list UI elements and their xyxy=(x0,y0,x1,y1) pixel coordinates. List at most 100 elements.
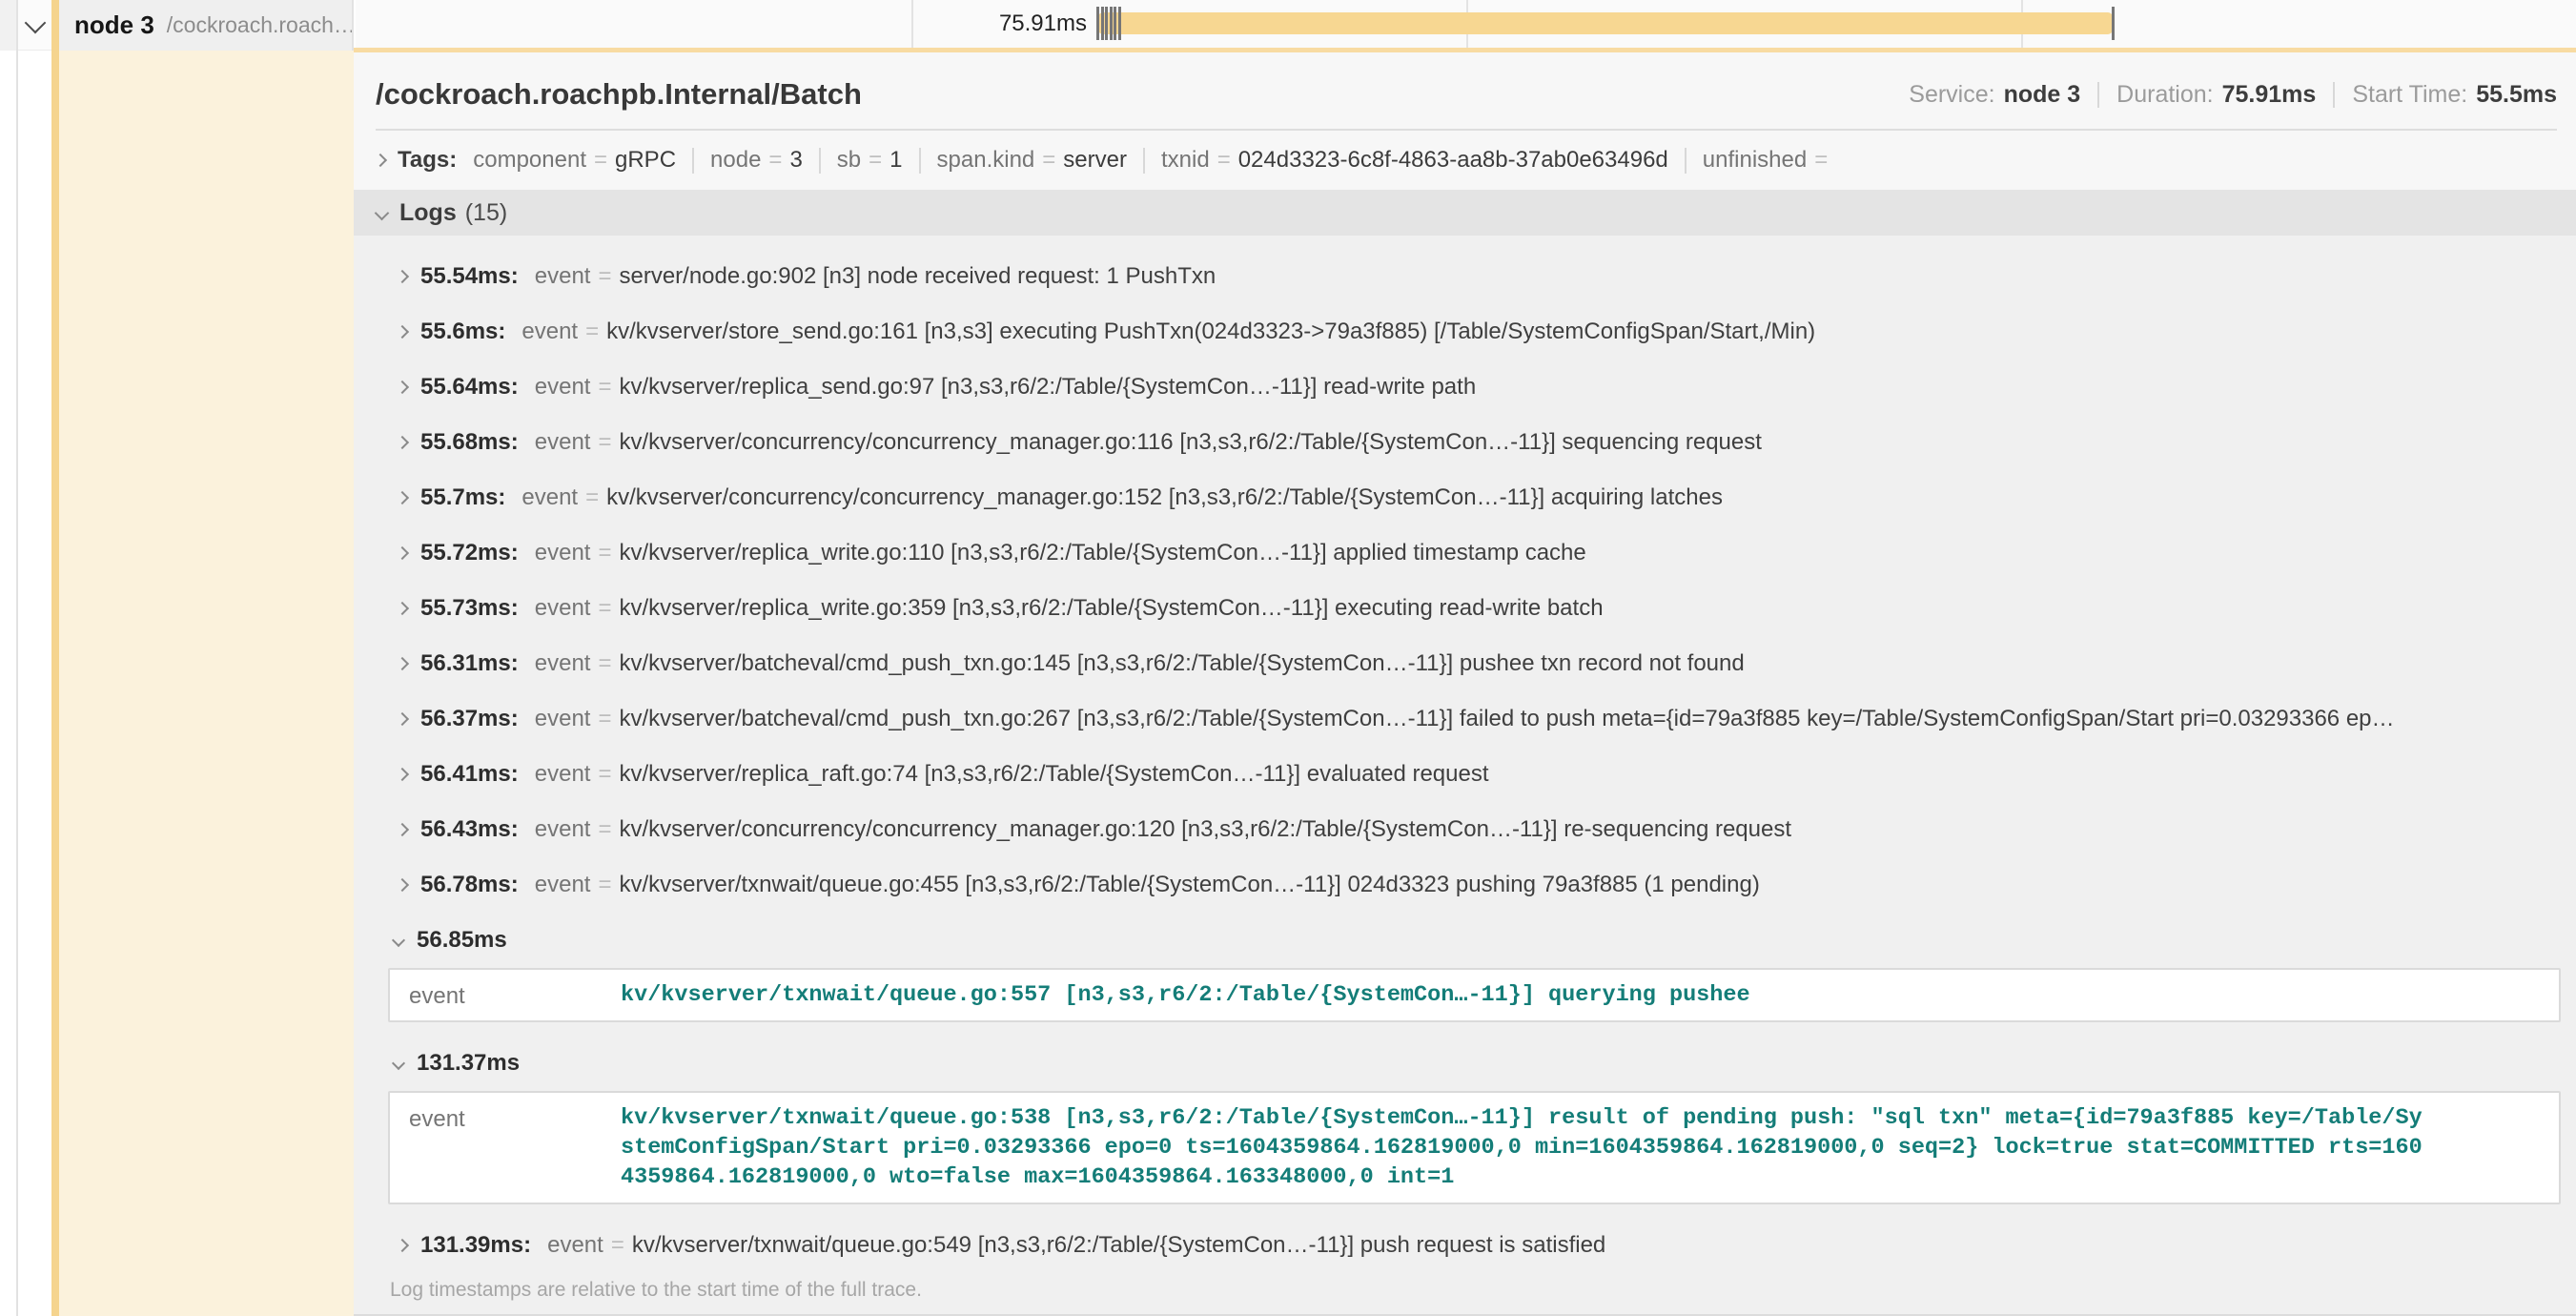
chevron-right-icon xyxy=(396,712,409,726)
log-event-tick-end xyxy=(2112,7,2115,40)
ruler-gridline xyxy=(911,0,913,48)
log-row[interactable]: 56.43ms:event=kv/kvserver/concurrency/co… xyxy=(388,802,2561,857)
span-name-cell[interactable]: node 3 /cockroach.roach… xyxy=(59,0,354,51)
log-row[interactable]: 56.78ms:event=kv/kvserver/txnwait/queue.… xyxy=(388,857,2561,913)
log-key: event xyxy=(535,595,591,622)
chevron-right-icon xyxy=(396,823,409,836)
log-row[interactable]: 55.68ms: event = kv/kvserver/concurrency/co… xyxy=(388,415,2561,470)
log-timestamp: 56.43ms: xyxy=(420,816,519,843)
tag-divider xyxy=(819,148,821,174)
meta-label: Duration: xyxy=(2116,81,2213,109)
tags-list: component=gRPCnode=3sb=1span.kind=server… xyxy=(457,147,1835,174)
equals-sign: = xyxy=(611,1232,624,1259)
log-timestamp: 55.7ms: xyxy=(420,484,505,511)
tag-key: unfinished xyxy=(1703,147,1807,174)
meta-value: 75.91ms xyxy=(2222,81,2317,109)
equals-sign: = xyxy=(594,147,607,174)
tag-key: txnid xyxy=(1161,147,1210,174)
log-row[interactable]: 55.73ms:event=kv/kvserver/replica_write.… xyxy=(388,581,2561,636)
log-event-tick xyxy=(1105,7,1108,40)
log-row[interactable]: 56.37ms:event=kv/kvserver/batcheval/cmd_… xyxy=(388,691,2561,747)
tag-value: 024d3323-6c8f-4863-aa8b-37ab0e63496d xyxy=(1238,147,1668,174)
tag-key: component xyxy=(473,147,586,174)
tags-accordion[interactable]: Tags: component=gRPCnode=3sb=1span.kind=… xyxy=(354,131,2576,190)
chevron-right-icon xyxy=(396,657,409,670)
service-name: node 3 xyxy=(74,10,154,40)
log-key: event xyxy=(535,374,591,401)
log-event-tick xyxy=(1110,7,1113,40)
selected-span-row-highlight xyxy=(59,51,354,1316)
chevron-right-icon xyxy=(396,436,409,449)
log-value: kv/kvserver/concurrency/concurrency_mana… xyxy=(619,429,1761,456)
chevron-right-icon xyxy=(396,768,409,781)
left-column-divider xyxy=(16,0,18,1316)
log-key: event xyxy=(535,816,591,843)
log-key: event xyxy=(409,980,621,1010)
log-key: event xyxy=(409,1103,621,1192)
logs-accordion-header[interactable]: Logs (15) xyxy=(354,190,2576,236)
meta-label: Start Time: xyxy=(2352,81,2467,109)
log-event-tick xyxy=(1118,7,1121,40)
log-row[interactable]: 55.7ms:event=kv/kvserver/concurrency/con… xyxy=(388,470,2561,525)
log-row[interactable]: 55.54ms: event = server/node.go:902 [n3] no… xyxy=(388,249,2561,304)
equals-sign: = xyxy=(598,263,611,290)
logs-label: Logs xyxy=(399,199,457,227)
log-timestamp: 55.72ms: xyxy=(420,540,519,566)
chevron-down-icon xyxy=(375,205,390,220)
tag-item: sb=1 xyxy=(837,147,903,174)
tag-item: unfinished = xyxy=(1703,147,1835,174)
chevron-right-icon xyxy=(396,325,409,339)
equals-sign: = xyxy=(598,374,611,401)
equals-sign: = xyxy=(1814,147,1828,174)
log-value: kv/kvserver/batcheval/cmd_push_txn.go:14… xyxy=(619,650,1744,677)
log-timestamp: 56.78ms: xyxy=(420,872,519,898)
log-timestamp: 56.37ms: xyxy=(420,706,519,732)
tag-divider xyxy=(1143,148,1145,174)
log-timestamp: 55.64ms: xyxy=(420,374,519,401)
log-timestamp: 55.6ms: xyxy=(420,319,505,345)
chevron-right-icon xyxy=(396,1239,409,1252)
span-duration-bar[interactable] xyxy=(1098,12,2113,34)
log-row[interactable]: 56.41ms:event=kv/kvserver/replica_raft.g… xyxy=(388,747,2561,802)
collapse-all-button[interactable] xyxy=(18,0,51,51)
log-timestamp: 55.68ms: xyxy=(420,429,519,456)
log-event-tick xyxy=(1114,7,1116,40)
log-detail-card: eventkv/kvserver/txnwait/queue.go:557 [n… xyxy=(388,968,2561,1022)
log-timestamp: 56.85ms xyxy=(417,927,507,954)
log-row[interactable]: 131.39ms:event=kv/kvserver/txnwait/queue… xyxy=(388,1218,2561,1273)
log-key: event xyxy=(535,540,591,566)
equals-sign: = xyxy=(1042,147,1055,174)
log-row[interactable]: 56.31ms:event=kv/kvserver/batcheval/cmd_… xyxy=(388,636,2561,691)
log-value: server/node.go:902 [n3] node received re… xyxy=(619,263,1216,290)
equals-sign: = xyxy=(598,429,611,456)
log-row[interactable]: 55.64ms:event=kv/kvserver/replica_send.g… xyxy=(388,360,2561,415)
log-value: kv/kvserver/batcheval/cmd_push_txn.go:26… xyxy=(619,706,2394,732)
log-key: event xyxy=(535,706,591,732)
log-entry-expanded-header[interactable]: 131.37ms xyxy=(388,1036,2561,1091)
log-row[interactable]: 55.6ms:event=kv/kvserver/store_send.go:1… xyxy=(388,304,2561,360)
span-color-stripe xyxy=(51,0,59,1316)
span-detail-panel: /cockroach.roachpb.Internal/Batch Servic… xyxy=(354,52,2576,1316)
meta-value: 55.5ms xyxy=(2476,81,2557,109)
tag-divider xyxy=(919,148,921,174)
chevron-right-icon xyxy=(396,878,409,892)
log-entry-expanded-header[interactable]: 56.85ms xyxy=(388,913,2561,968)
log-key: event xyxy=(535,263,591,290)
log-timestamp: 55.73ms: xyxy=(420,595,519,622)
log-row[interactable]: 55.72ms: event = kv/kvserver/replica_write.… xyxy=(388,525,2561,581)
equals-sign: = xyxy=(598,540,611,566)
equals-sign: = xyxy=(598,761,611,788)
log-timestamp: 55.54ms: xyxy=(420,263,519,290)
tag-value: server xyxy=(1063,147,1127,174)
chevron-down-icon xyxy=(24,12,46,34)
meta-label: Service: xyxy=(1909,81,1994,109)
log-timestamp: 56.31ms: xyxy=(420,650,519,677)
log-key: event xyxy=(535,429,591,456)
log-value: kv/kvserver/replica_raft.go:74 [n3,s3,r6… xyxy=(619,761,1488,788)
log-timestamp: 131.37ms xyxy=(417,1050,520,1077)
equals-sign: = xyxy=(598,650,611,677)
equals-sign: = xyxy=(869,147,882,174)
log-value: kv/kvserver/concurrency/concurrency_mana… xyxy=(619,816,1791,843)
chevron-right-icon xyxy=(396,270,409,283)
log-value: kv/kvserver/replica_write.go:110 [n3,s3,… xyxy=(619,540,1585,566)
